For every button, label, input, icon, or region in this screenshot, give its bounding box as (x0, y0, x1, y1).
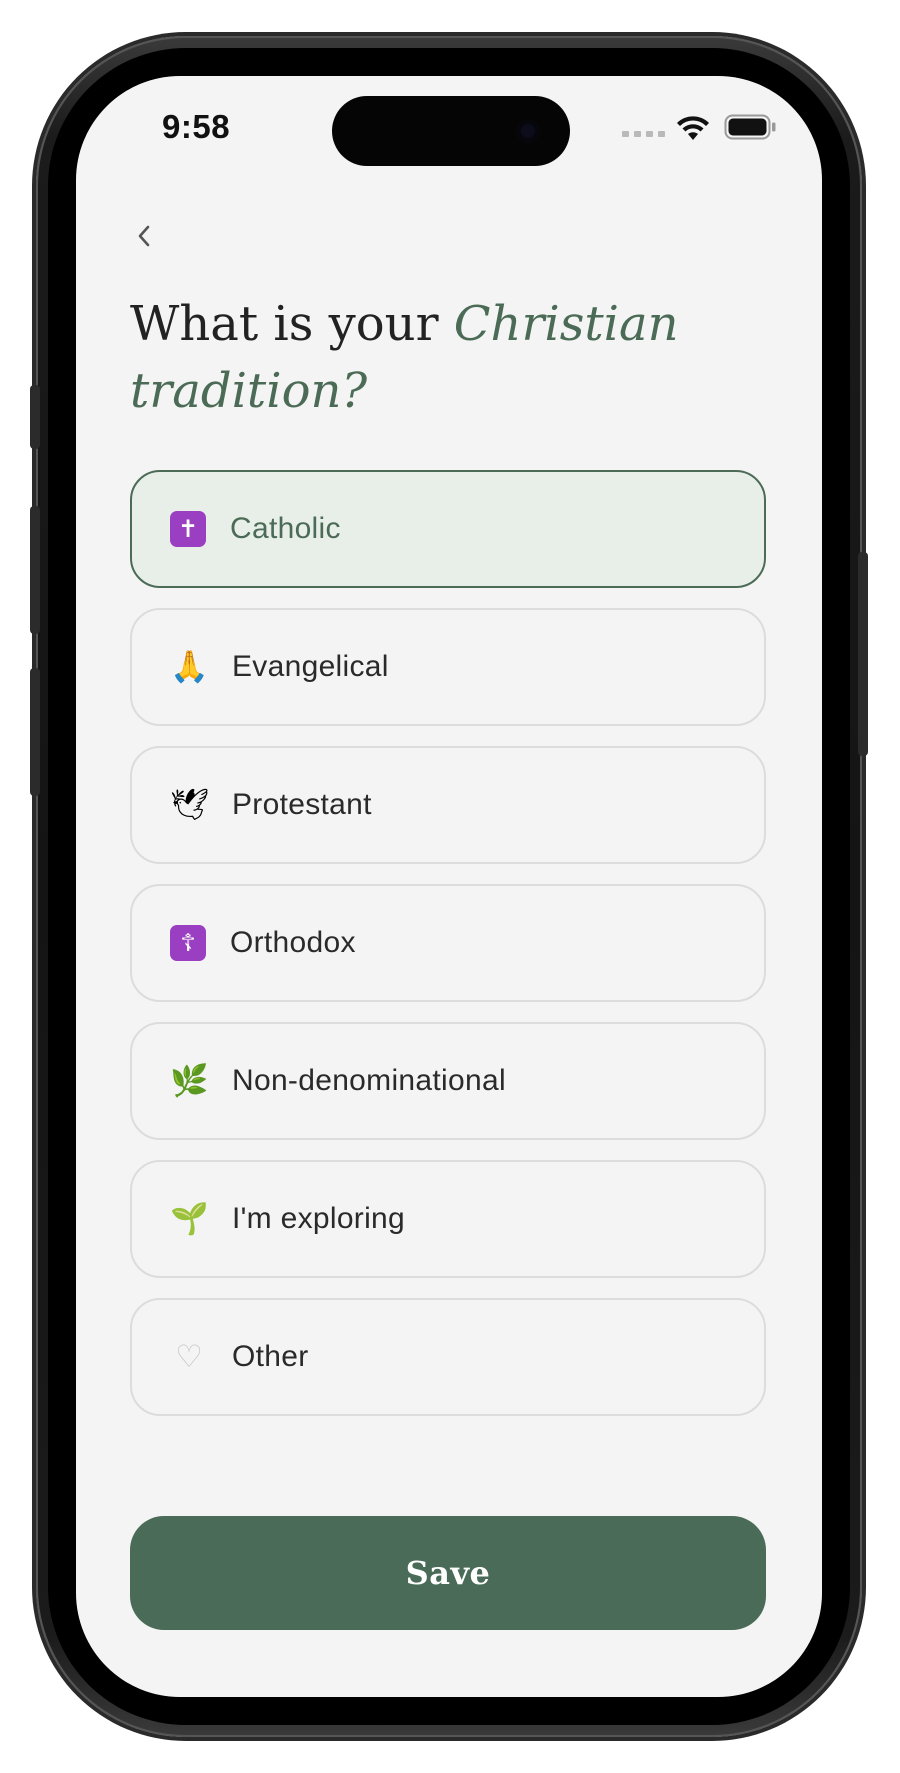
volume-down-button (30, 668, 40, 796)
page-title: What is your Christian tradition? (130, 291, 770, 425)
battery-icon (724, 114, 776, 140)
option-label: Non-denominational (232, 1064, 506, 1097)
option-label: Catholic (230, 512, 341, 545)
cellular-signal-icon (622, 131, 665, 137)
option-evangelical[interactable]: 🙏 Evangelical (130, 608, 766, 726)
option-exploring[interactable]: 🌱 I'm exploring (130, 1160, 766, 1278)
title-prefix: What is your (130, 296, 454, 352)
seedling-icon: 🌱 (170, 1201, 209, 1237)
wifi-icon (677, 116, 709, 140)
praying-hands-icon: 🙏 (170, 649, 209, 685)
option-label: Protestant (232, 788, 372, 821)
save-button[interactable]: Save (130, 1516, 766, 1630)
option-other[interactable]: ♡ Other (130, 1298, 766, 1416)
status-time: 9:58 (162, 108, 231, 145)
option-non-denominational[interactable]: 🌿 Non-denominational (130, 1022, 766, 1140)
herb-icon: 🌿 (170, 1063, 209, 1099)
option-orthodox[interactable]: ☦ Orthodox (130, 884, 766, 1002)
chevron-left-icon (138, 225, 150, 247)
option-protestant[interactable]: 🕊 Protestant (130, 746, 766, 864)
white-heart-icon: ♡ (175, 1339, 203, 1375)
tradition-options-list: ✝ Catholic 🙏 Evangelical 🕊 Protestant ☦ … (130, 470, 766, 1436)
volume-up-button (30, 506, 40, 634)
back-button[interactable] (124, 216, 164, 256)
latin-cross-icon: ✝ (170, 511, 206, 547)
option-label: I'm exploring (232, 1202, 406, 1235)
action-button (30, 385, 40, 449)
front-camera (516, 119, 540, 143)
dove-icon: 🕊 (170, 787, 210, 823)
app-screen: 9:58 What is your Christian tradition? ✝… (76, 76, 822, 1697)
orthodox-cross-icon: ☦ (170, 925, 206, 961)
option-catholic[interactable]: ✝ Catholic (130, 470, 766, 588)
dynamic-island (332, 96, 570, 166)
option-label: Orthodox (230, 926, 356, 959)
power-button (858, 552, 868, 756)
option-label: Other (232, 1340, 309, 1373)
option-label: Evangelical (232, 650, 389, 683)
